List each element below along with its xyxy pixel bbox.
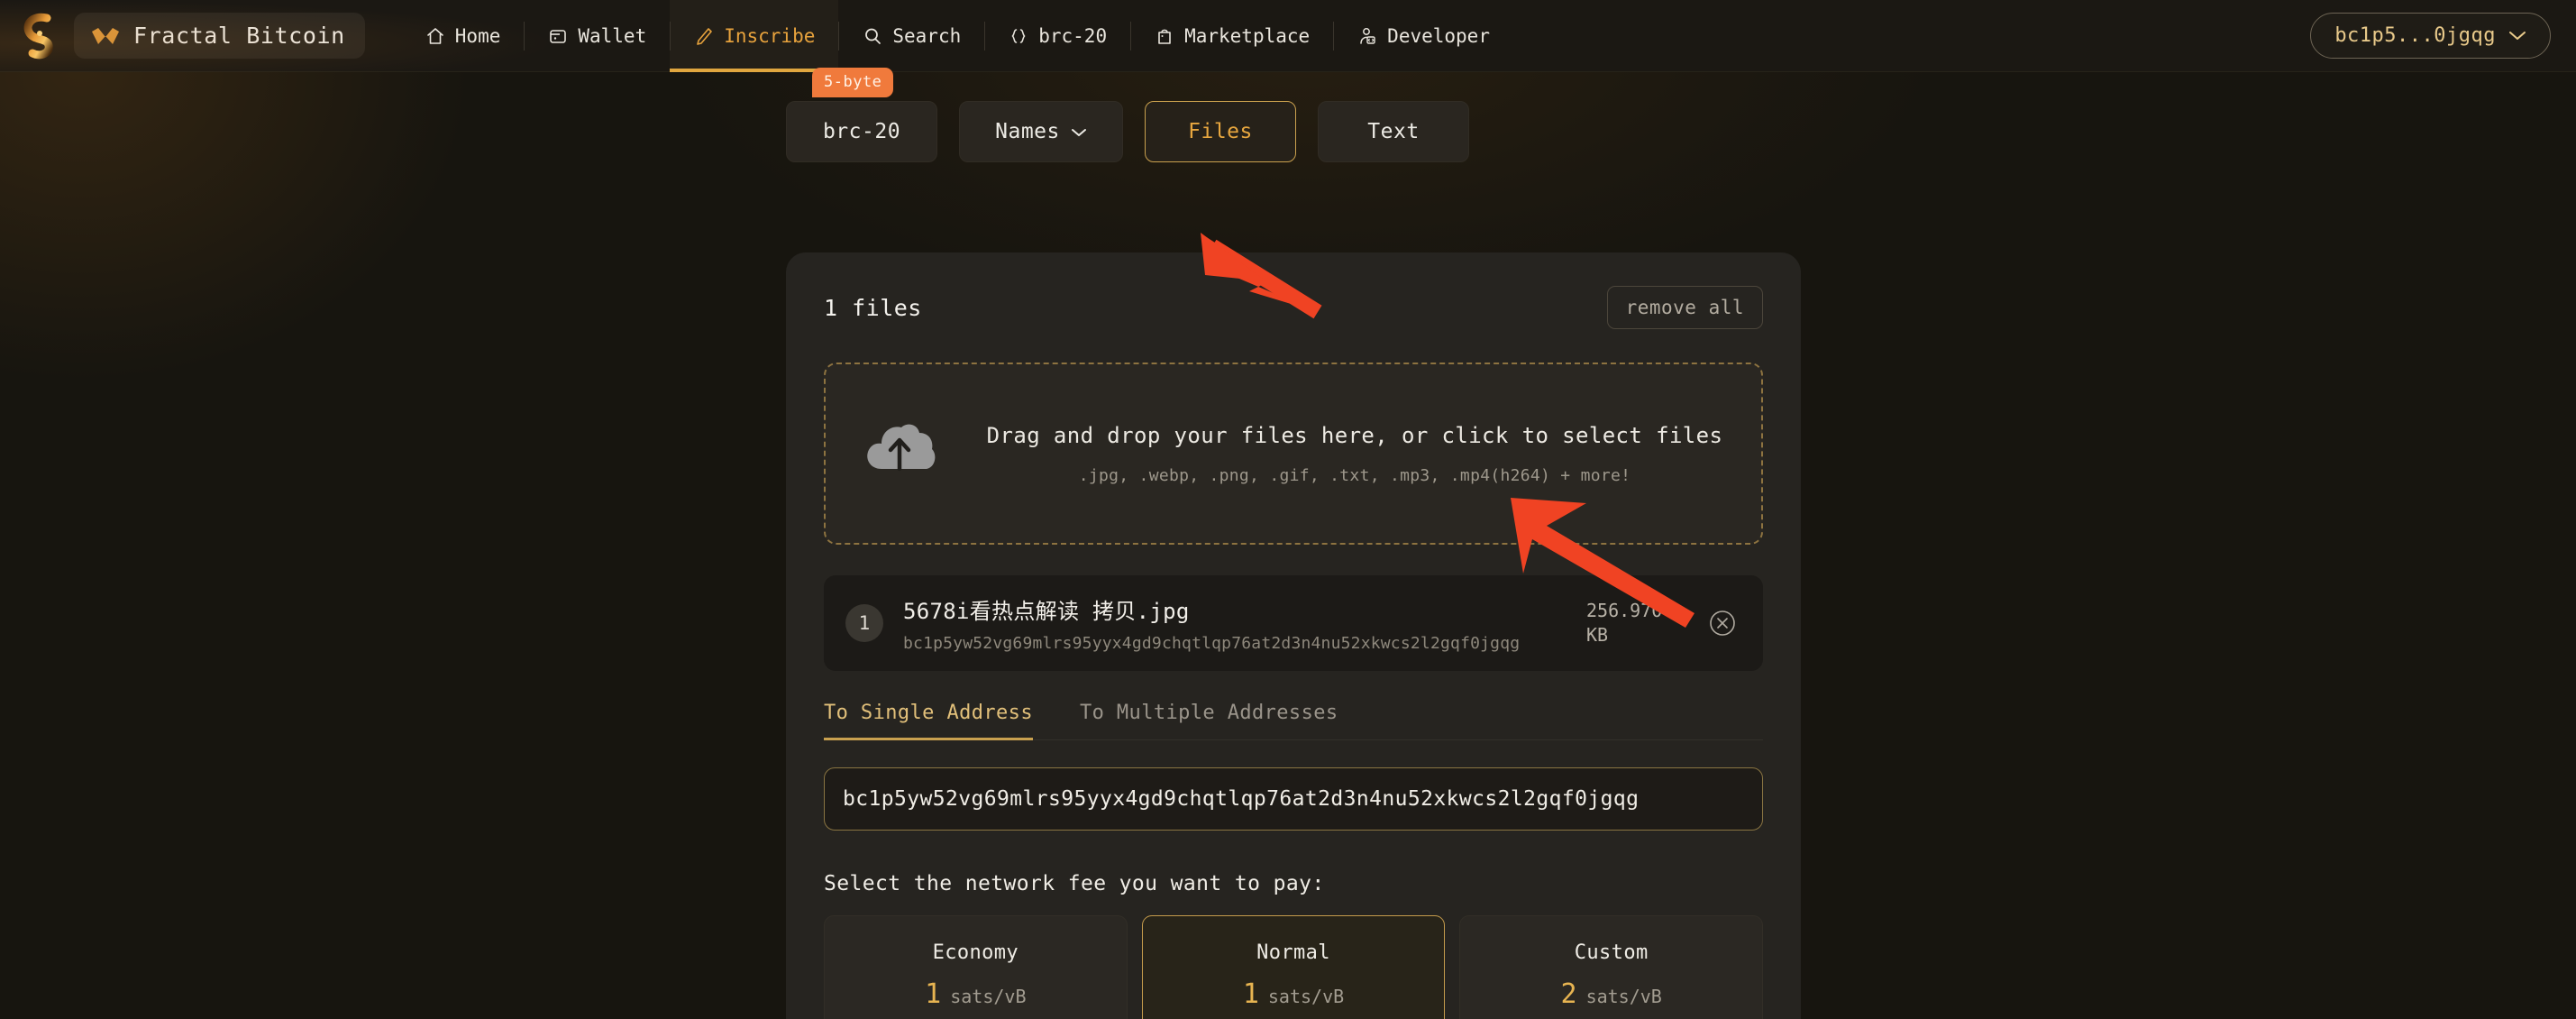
tab-label-brc-20: brc-20 [822,120,901,143]
fee-unit-normal: sats/vB [1267,986,1345,1007]
file-index-badge: 1 [845,604,883,642]
network-fee-options: Economy 1 sats/vB Normal 1 sats/vB Custo… [824,915,1764,1019]
fee-rate-normal: 1 sats/vB [1243,978,1344,1010]
nav-label-inscribe: Inscribe [724,24,816,47]
fractal-chevron-icon [90,26,121,46]
tab-to-multiple-addresses[interactable]: To Multiple Addresses [1080,702,1338,739]
nav-label-brc20: brc-20 [1038,24,1108,47]
fee-name-custom: Custom [1574,941,1649,964]
tab-files[interactable]: Files [1145,101,1296,162]
file-destination-address: bc1p5yw52vg69mlrs95yyx4gd9chqtlqp76at2d3… [903,634,1521,653]
nav-item-home[interactable]: Home [401,0,525,72]
dropzone-main-text: Drag and drop your files here, or click … [986,422,1723,448]
dropzone-texts: Drag and drop your files here, or click … [975,423,1734,485]
nav-item-developer[interactable]: Developer [1333,0,1513,72]
file-dropzone[interactable]: Drag and drop your files here, or click … [824,363,1763,545]
developer-icon [1357,25,1378,47]
fee-name-normal: Normal [1256,941,1330,964]
nav-item-marketplace[interactable]: Marketplace [1130,0,1333,72]
close-circle-icon[interactable] [1707,608,1738,638]
main-nav: Home Wallet Inscribe Search brc-20 Marke… [401,0,1513,72]
file-size: 256.970 KB [1586,600,1663,646]
dropzone-sub-text: .jpg, .webp, .png, .gif, .txt, .mp3, .mp… [1078,465,1631,485]
destination-address-input[interactable] [824,767,1763,831]
fee-option-custom[interactable]: Custom 2 sats/vB [1459,915,1764,1019]
home-icon [425,25,446,47]
tab-brc-20[interactable]: 5-byte brc-20 [786,68,937,162]
file-list-item[interactable]: 1 5678i看热点解读 拷贝.jpg bc1p5yw52vg69mlrs95y… [824,575,1763,671]
remove-all-button[interactable]: remove all [1606,286,1763,329]
fee-unit-economy: sats/vB [950,986,1027,1007]
chevron-down-icon [1071,120,1087,143]
inscribe-files-panel: 1 files remove all Drag and drop your fi… [786,252,1801,1019]
spiral-s-logo-icon[interactable] [14,9,65,63]
main-content: 5-byte brc-20 Names Files Text 1 files r… [0,68,2576,1019]
files-count-label: 1 files [824,294,922,321]
inscribe-type-tabs: 5-byte brc-20 Names Files Text [786,68,1469,162]
brand-pill[interactable]: Fractal Bitcoin [74,13,365,59]
file-meta: 5678i看热点解读 拷贝.jpg bc1p5yw52vg69mlrs95yyx… [903,593,1567,653]
nav-item-wallet[interactable]: Wallet [524,0,670,72]
network-fee-label: Select the network fee you want to pay: [824,872,1325,895]
tab-label-names: Names [995,120,1060,143]
brand-label: Fractal Bitcoin [133,23,345,49]
fee-value-custom: 2 [1560,978,1577,1010]
cloud-upload-icon [860,417,939,491]
nav-item-brc20[interactable]: brc-20 [984,0,1130,72]
tab-badge-5-byte: 5-byte [812,68,894,97]
file-list: 1 5678i看热点解读 拷贝.jpg bc1p5yw52vg69mlrs95y… [824,575,1763,671]
nav-label-home: Home [454,24,501,47]
fee-unit-custom: sats/vB [1585,986,1662,1007]
fee-option-normal[interactable]: Normal 1 sats/vB [1141,915,1446,1019]
pencil-icon [693,25,715,47]
tab-label-files: Files [1188,120,1253,143]
tab-to-single-address[interactable]: To Single Address [824,702,1033,740]
wallet-address-button[interactable]: bc1p5...0jgqg [2310,13,2551,59]
fee-option-economy[interactable]: Economy 1 sats/vB [824,915,1128,1019]
wallet-address-label: bc1p5...0jgqg [2334,24,2496,47]
nav-label-marketplace: Marketplace [1184,24,1311,47]
wallet-icon [547,25,569,47]
search-icon [862,25,883,47]
panel-header: 1 files remove all [824,252,1763,363]
braces-icon [1008,25,1029,47]
tab-names[interactable]: Names [959,101,1123,162]
fee-name-economy: Economy [932,941,1019,964]
marketplace-icon [1154,25,1175,47]
file-name: 5678i看热点解读 拷贝.jpg [903,599,1190,624]
fee-value-normal: 1 [1242,978,1259,1010]
nav-label-developer: Developer [1387,24,1490,47]
tab-label-text: Text [1367,120,1420,143]
fee-value-economy: 1 [925,978,942,1010]
nav-item-inscribe[interactable]: Inscribe [670,0,839,72]
tab-text[interactable]: Text [1318,101,1469,162]
fee-rate-economy: 1 sats/vB [925,978,1026,1010]
nav-label-wallet: Wallet [578,24,647,47]
nav-item-search[interactable]: Search [838,0,984,72]
nav-label-search: Search [892,24,962,47]
app-header: Fractal Bitcoin Home Wallet Inscribe Sea… [0,0,2576,72]
fee-rate-custom: 2 sats/vB [1561,978,1662,1010]
address-mode-tabs: To Single Address To Multiple Addresses [824,702,1763,740]
chevron-down-icon [2508,24,2526,47]
